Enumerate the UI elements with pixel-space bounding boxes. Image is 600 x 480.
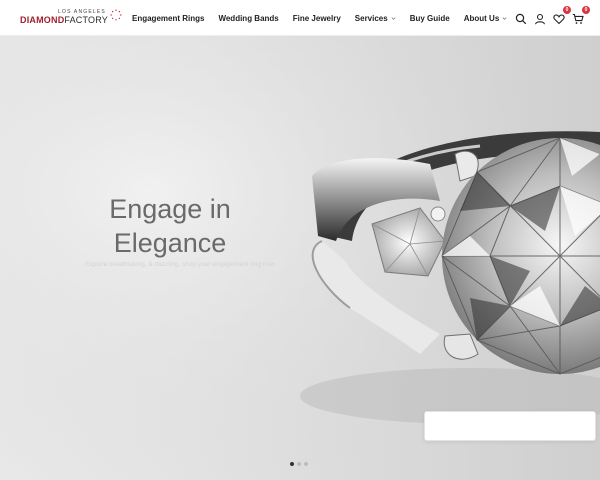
- wishlist-button[interactable]: 0: [553, 6, 571, 25]
- logo-word-diamond: DIAMOND: [20, 15, 65, 25]
- chevron-down-icon: [391, 16, 396, 20]
- nav-label: Buy Guide: [409, 13, 450, 23]
- header-actions: 0 0: [508, 6, 590, 26]
- nav-services[interactable]: Services: [355, 14, 396, 23]
- hero-subtitle: Explore breathtaking, & dazzling, shop y…: [85, 261, 275, 268]
- nav-buy-guide[interactable]: Buy Guide: [410, 14, 450, 23]
- nav-fine-jewelry[interactable]: Fine Jewelry: [293, 14, 341, 23]
- heart-icon: [553, 14, 565, 25]
- account-button[interactable]: [534, 12, 546, 25]
- wishlist-count-badge: 0: [563, 6, 571, 14]
- carousel-dot-1[interactable]: [290, 462, 294, 466]
- nav-engagement-rings[interactable]: Engagement Rings: [132, 14, 204, 23]
- nav-label: Fine Jewelry: [292, 13, 341, 23]
- cart-button[interactable]: 0: [572, 6, 590, 24]
- brand-logo[interactable]: LOS ANGELES DIAMONDFACTORY: [20, 9, 124, 29]
- logo-wordmark: DIAMONDFACTORY: [20, 15, 108, 25]
- diamond-sparkle-icon: [110, 9, 122, 21]
- site-header: LOS ANGELES DIAMONDFACTORY Engagement Ri…: [0, 0, 600, 36]
- search-button[interactable]: [515, 12, 527, 25]
- carousel-dot-2[interactable]: [297, 462, 301, 466]
- cart-icon: [572, 13, 584, 24]
- nav-label: Services: [354, 13, 388, 23]
- carousel-dots: [290, 462, 311, 466]
- main-nav: Engagement Rings Wedding Bands Fine Jewe…: [132, 0, 521, 36]
- cart-count-badge: 0: [582, 6, 590, 14]
- chat-widget[interactable]: [424, 411, 596, 441]
- chevron-down-icon: [502, 16, 507, 20]
- hero-title: Engage in Elegance: [70, 192, 270, 260]
- user-icon: [534, 13, 546, 25]
- hero-title-line2: Elegance: [113, 228, 227, 258]
- nav-label: Engagement Rings: [132, 13, 205, 23]
- nav-label: Wedding Bands: [218, 13, 279, 23]
- search-icon: [515, 13, 527, 25]
- logo-word-factory: FACTORY: [64, 15, 108, 25]
- carousel-dot-3[interactable]: [304, 462, 308, 466]
- nav-wedding-bands[interactable]: Wedding Bands: [218, 14, 278, 23]
- hero-title-line1: Engage in: [109, 194, 231, 224]
- nav-label: About Us: [463, 13, 500, 23]
- nav-about-us[interactable]: About Us: [464, 14, 508, 23]
